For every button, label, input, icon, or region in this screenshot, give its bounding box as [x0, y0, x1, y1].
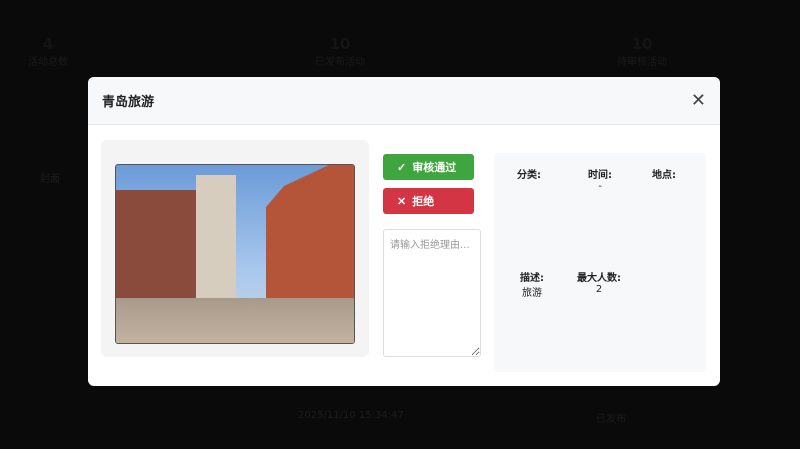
field-time: 时间: - — [588, 170, 612, 192]
reject-label: 拒绝 — [412, 196, 435, 208]
field-max-people: 最大人数: 2 — [577, 273, 621, 295]
modal-title: 青岛旅游 — [102, 95, 155, 110]
activity-info: 分类: 时间: - 地点: 描述: 旅游 最大人数: 2 — [494, 153, 706, 372]
row-status: 已发布 — [596, 414, 626, 425]
cover-image — [115, 164, 355, 344]
reject-reason-input[interactable] — [383, 229, 481, 357]
field-location: 地点: — [652, 170, 676, 181]
stat-label: 活动总数 — [28, 57, 68, 68]
stat-pending: 10 待审核活动 — [617, 35, 667, 68]
stat-value: 10 — [329, 35, 351, 53]
stat-total: 4 活动总数 — [28, 35, 68, 68]
approve-button[interactable]: ✓ 审核通过 — [383, 154, 474, 180]
x-icon: ✕ — [397, 195, 407, 208]
field-category: 分类: — [517, 170, 541, 181]
close-icon[interactable]: ✕ — [691, 90, 706, 111]
reject-button[interactable]: ✕ 拒绝 — [383, 188, 474, 214]
table-header-cover: 封面 — [40, 174, 60, 185]
review-modal: 青岛旅游 ✕ ✓ 审核通过 ✕ 拒绝 分类: 时间: - 地点: 描述: 旅游 — [88, 77, 720, 386]
modal-header: 青岛旅游 ✕ — [88, 77, 720, 125]
stat-label: 待审核活动 — [617, 57, 667, 68]
stat-published: 10 已发布活动 — [315, 35, 365, 68]
approve-label: 审核通过 — [412, 162, 457, 174]
row-time: 2025/11/10 15:34:47 — [298, 410, 404, 421]
field-description: 描述: 旅游 — [520, 273, 544, 299]
cover-image-container — [101, 140, 369, 357]
check-icon: ✓ — [397, 161, 407, 174]
stat-label: 已发布活动 — [315, 57, 365, 68]
stat-value: 4 — [42, 35, 54, 53]
stat-value: 10 — [631, 35, 653, 53]
